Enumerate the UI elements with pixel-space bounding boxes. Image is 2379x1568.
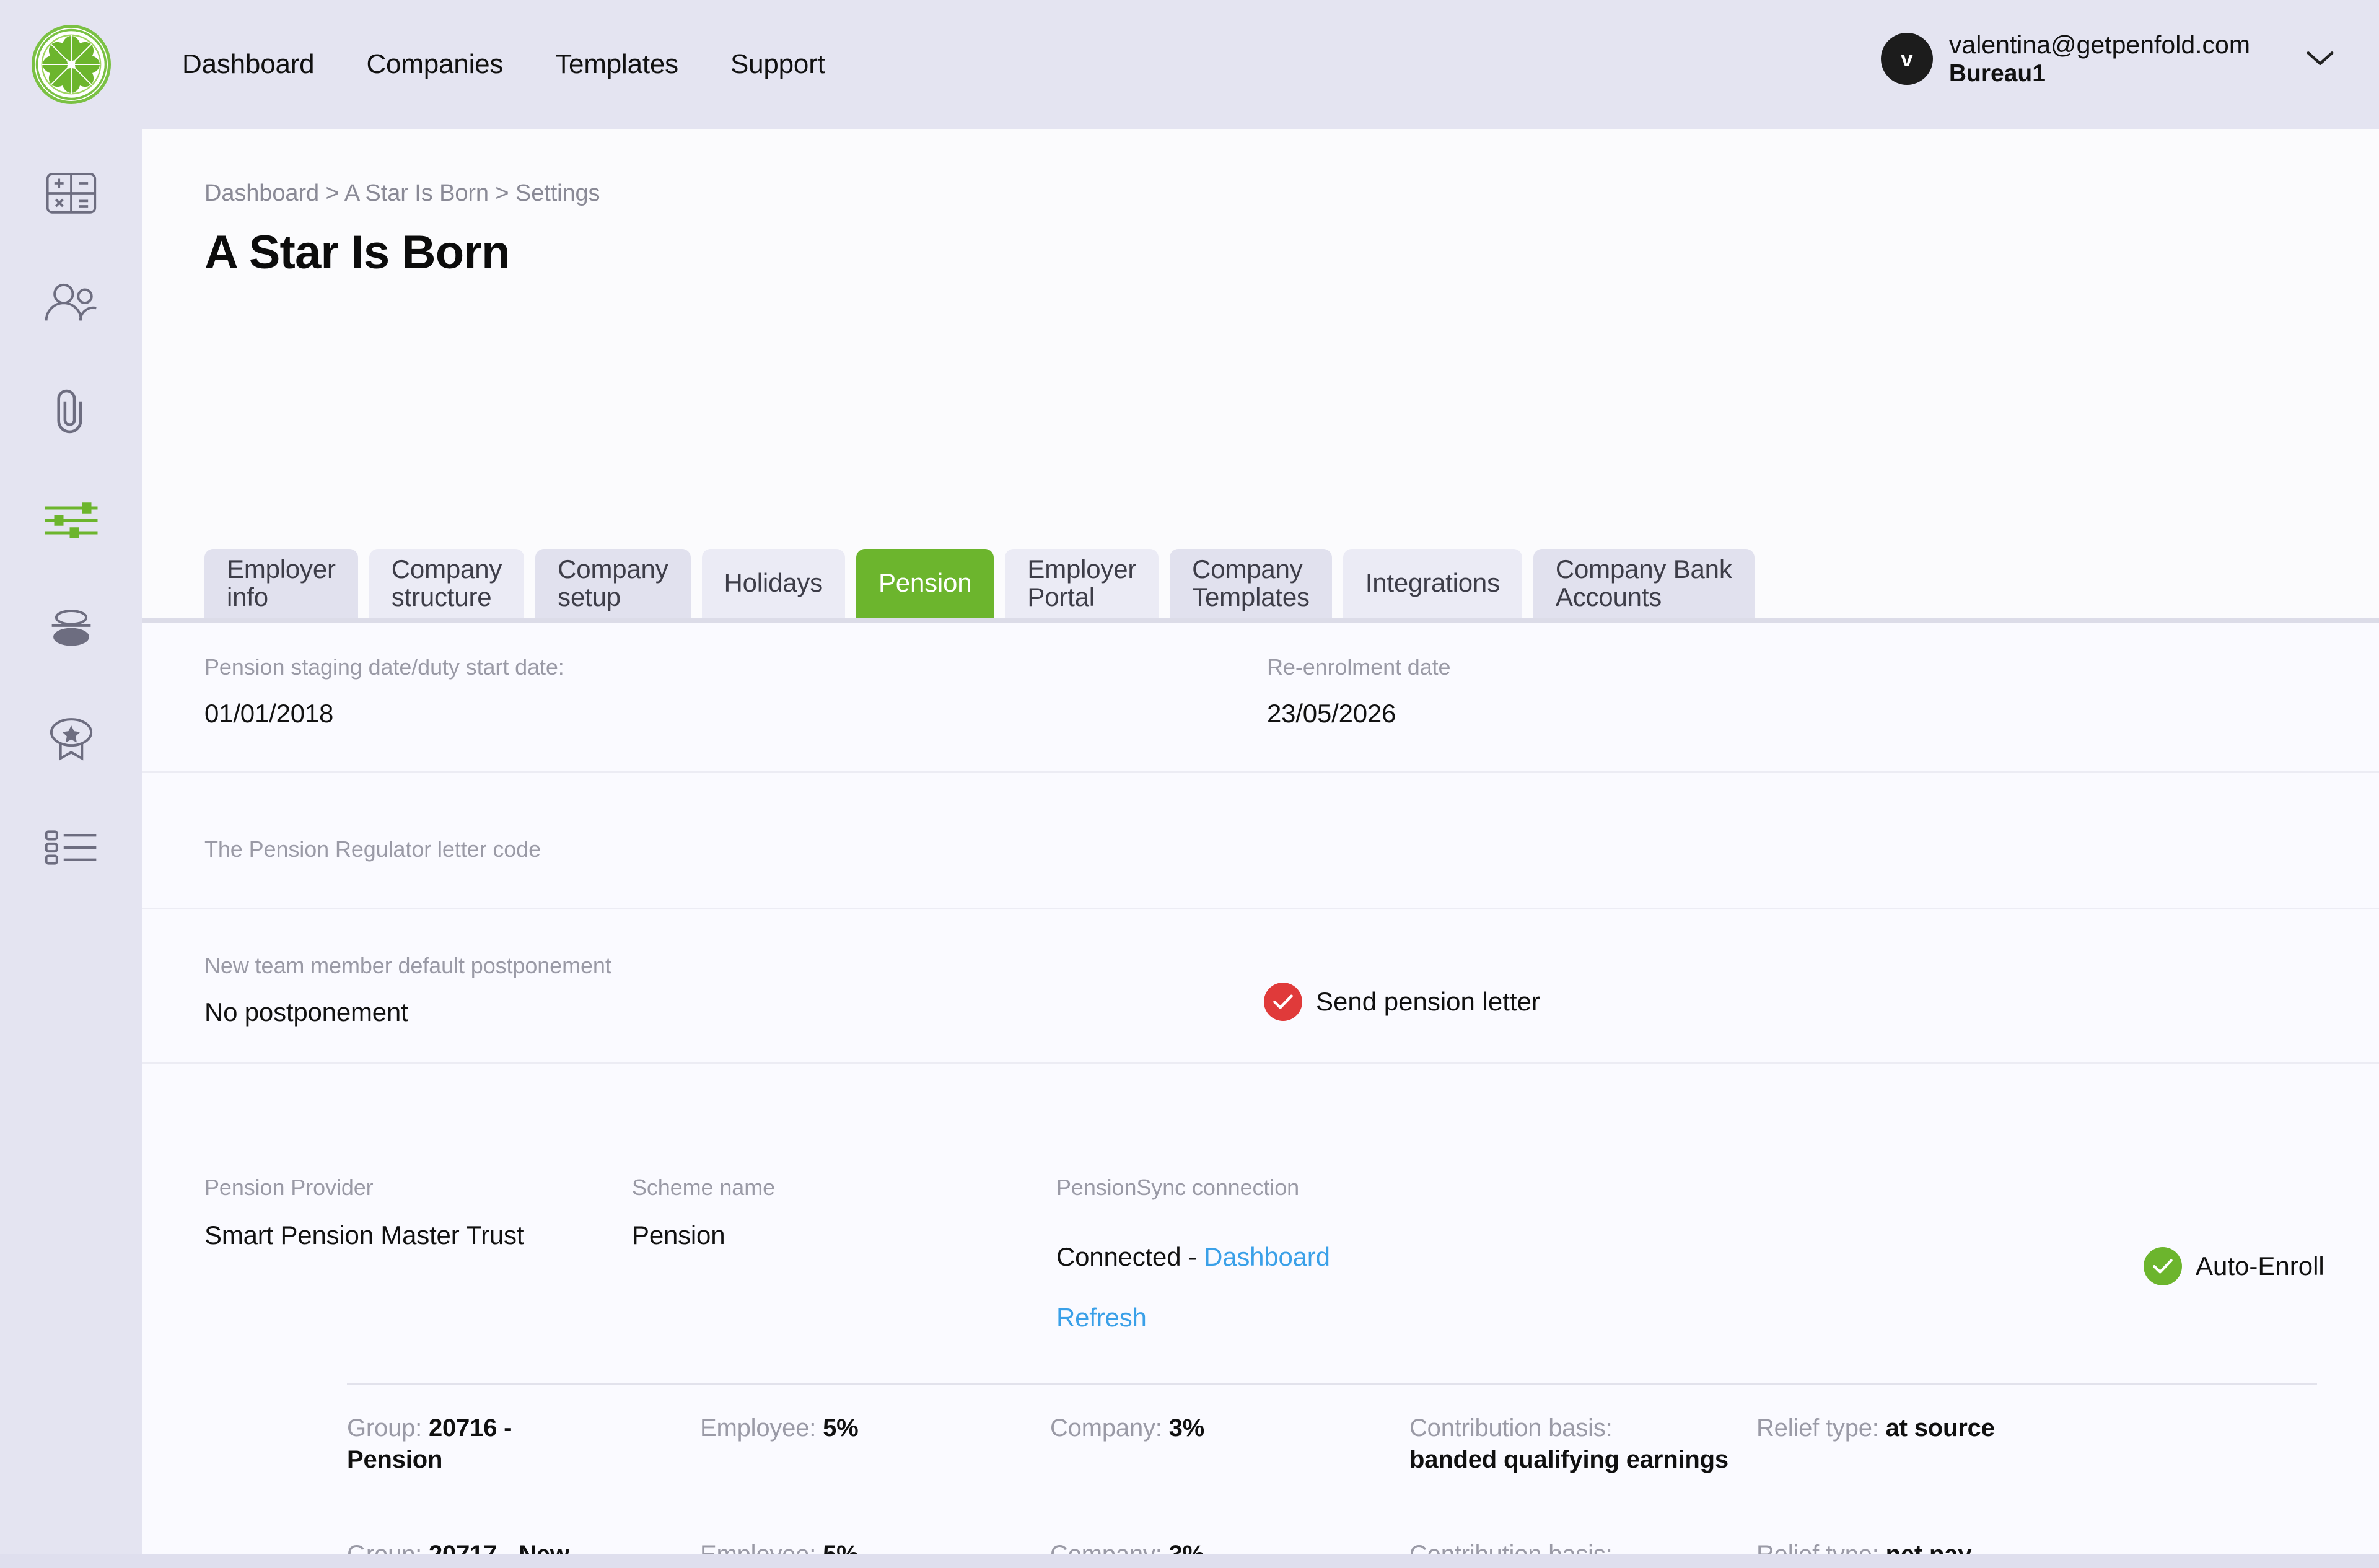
nav-dashboard[interactable]: Dashboard xyxy=(156,49,340,80)
top-nav: Dashboard Companies Templates Support xyxy=(156,49,851,80)
logo-wrap xyxy=(0,25,142,104)
group-label-0: Group: xyxy=(347,1414,429,1442)
employee-cell-0: Employee: 5% xyxy=(700,1413,859,1444)
sidebar-item-settings[interactable] xyxy=(31,489,112,554)
pensionsync-status: Connected - Dashboard xyxy=(1056,1242,1330,1272)
tab-underline xyxy=(142,618,2379,623)
staging-date-value: 01/01/2018 xyxy=(204,699,334,728)
tab-employer-portal[interactable]: Employer Portal xyxy=(1005,549,1159,618)
sidebar-item-team[interactable] xyxy=(31,271,112,336)
postponement-label: New team member default postponement xyxy=(204,953,611,978)
avatar: v xyxy=(1880,33,1933,85)
tab-pension[interactable]: Pension xyxy=(856,549,994,618)
main-panel: Dashboard > A Star Is Born > Settings A … xyxy=(142,129,2379,1568)
nav-templates[interactable]: Templates xyxy=(529,49,704,80)
relief-cell-0: Relief type: at source xyxy=(1756,1413,1995,1444)
layers-icon xyxy=(46,607,97,655)
tab-employer-info[interactable]: Employer info xyxy=(204,549,358,618)
basis-cell-0: Contribution basis: banded qualifying ea… xyxy=(1409,1413,1756,1476)
list-icon xyxy=(44,828,99,870)
company-value-0: 3% xyxy=(1168,1414,1205,1442)
window-bottom-edge xyxy=(0,1554,2379,1568)
sidebar-item-benefits[interactable] xyxy=(31,707,112,772)
employee-label-0: Employee: xyxy=(700,1414,823,1442)
tab-company-structure[interactable]: Company structure xyxy=(369,549,525,618)
check-circle-icon xyxy=(2144,1247,2182,1285)
app-root: Dashboard Companies Templates Support v … xyxy=(0,0,2379,1568)
relief-value-0: at source xyxy=(1885,1414,1995,1442)
postponement-value: No postponement xyxy=(204,997,408,1027)
nav-companies[interactable]: Companies xyxy=(340,49,529,80)
sidebar-item-tasks[interactable] xyxy=(31,817,112,881)
section-regulator-code: The Pension Regulator letter code xyxy=(142,773,2379,909)
send-pension-letter-label: Send pension letter xyxy=(1316,987,1540,1016)
section-dates: Pension staging date/duty start date: 01… xyxy=(142,623,2379,773)
pensionsync-dashboard-link[interactable]: Dashboard xyxy=(1204,1242,1330,1271)
provider-label: Pension Provider xyxy=(204,1175,374,1200)
breadcrumb[interactable]: Dashboard > A Star Is Born > Settings xyxy=(204,180,2379,207)
award-star-icon xyxy=(45,715,97,765)
account-email: valentina@getpenfold.com xyxy=(1948,30,2250,59)
relief-label-0: Relief type: xyxy=(1756,1414,1886,1442)
pensionsync-status-prefix: Connected - xyxy=(1056,1242,1204,1271)
scheme-name-label: Scheme name xyxy=(632,1175,776,1200)
staging-date-label: Pension staging date/duty start date: xyxy=(204,654,564,680)
tab-holidays[interactable]: Holidays xyxy=(701,549,845,618)
tab-bar: Employer info Company structure Company … xyxy=(204,549,2379,618)
people-icon xyxy=(44,282,99,326)
paperclip-icon xyxy=(52,388,90,438)
regulator-code-label: The Pension Regulator letter code xyxy=(204,836,541,862)
reenrolment-date-label: Re-enrolment date xyxy=(1267,654,1451,680)
basis-label-0: Contribution basis: xyxy=(1409,1414,1613,1442)
tab-company-setup[interactable]: Company setup xyxy=(535,549,691,618)
account-menu[interactable]: v valentina@getpenfold.com Bureau1 xyxy=(1880,30,2334,88)
basis-value-0: banded qualifying earnings xyxy=(1409,1446,1728,1474)
calculator-icon xyxy=(45,171,97,219)
section-postponement: New team member default postponement No … xyxy=(142,909,2379,1064)
page-title: A Star Is Born xyxy=(204,226,510,279)
group-divider xyxy=(347,1383,2317,1385)
pensionsync-label: PensionSync connection xyxy=(1056,1175,1300,1200)
employee-value-0: 5% xyxy=(823,1414,859,1442)
scheme-name-value: Pension xyxy=(632,1220,725,1250)
group-id-cell-0: Group: 20716 - Pension xyxy=(347,1413,595,1476)
section-provider: Pension Provider Smart Pension Master Tr… xyxy=(142,1064,2379,1568)
account-text: valentina@getpenfold.com Bureau1 xyxy=(1949,30,2250,88)
auto-enroll-label: Auto-Enroll xyxy=(2196,1251,2324,1281)
tab-company-bank-accounts[interactable]: Company Bank Accounts xyxy=(1533,549,1755,618)
reenrolment-date-value: 23/05/2026 xyxy=(1267,699,1396,728)
sidebar-item-documents[interactable] xyxy=(31,380,112,445)
account-org: Bureau1 xyxy=(1948,60,2046,87)
tab-company-templates[interactable]: Company Templates xyxy=(1170,549,1332,618)
sidebar xyxy=(0,129,142,1568)
sidebar-item-reports[interactable] xyxy=(31,598,112,663)
send-pension-letter-toggle[interactable]: Send pension letter xyxy=(1264,983,1540,1021)
sliders-icon xyxy=(43,500,99,544)
sidebar-item-payroll[interactable] xyxy=(31,162,112,227)
tab-integrations[interactable]: Integrations xyxy=(1343,549,1522,618)
check-circle-icon xyxy=(1264,983,1302,1021)
top-bar: Dashboard Companies Templates Support v … xyxy=(0,0,2379,129)
pensionsync-refresh-link[interactable]: Refresh xyxy=(1056,1303,1147,1333)
auto-enroll-badge: Auto-Enroll xyxy=(2144,1247,2324,1285)
provider-value: Smart Pension Master Trust xyxy=(204,1220,524,1250)
company-cell-0: Company: 3% xyxy=(1050,1413,1204,1444)
company-label-0: Company: xyxy=(1050,1414,1169,1442)
nav-support[interactable]: Support xyxy=(704,49,851,80)
lime-slice-logo-icon[interactable] xyxy=(32,25,111,104)
chevron-down-icon[interactable] xyxy=(2306,45,2334,73)
